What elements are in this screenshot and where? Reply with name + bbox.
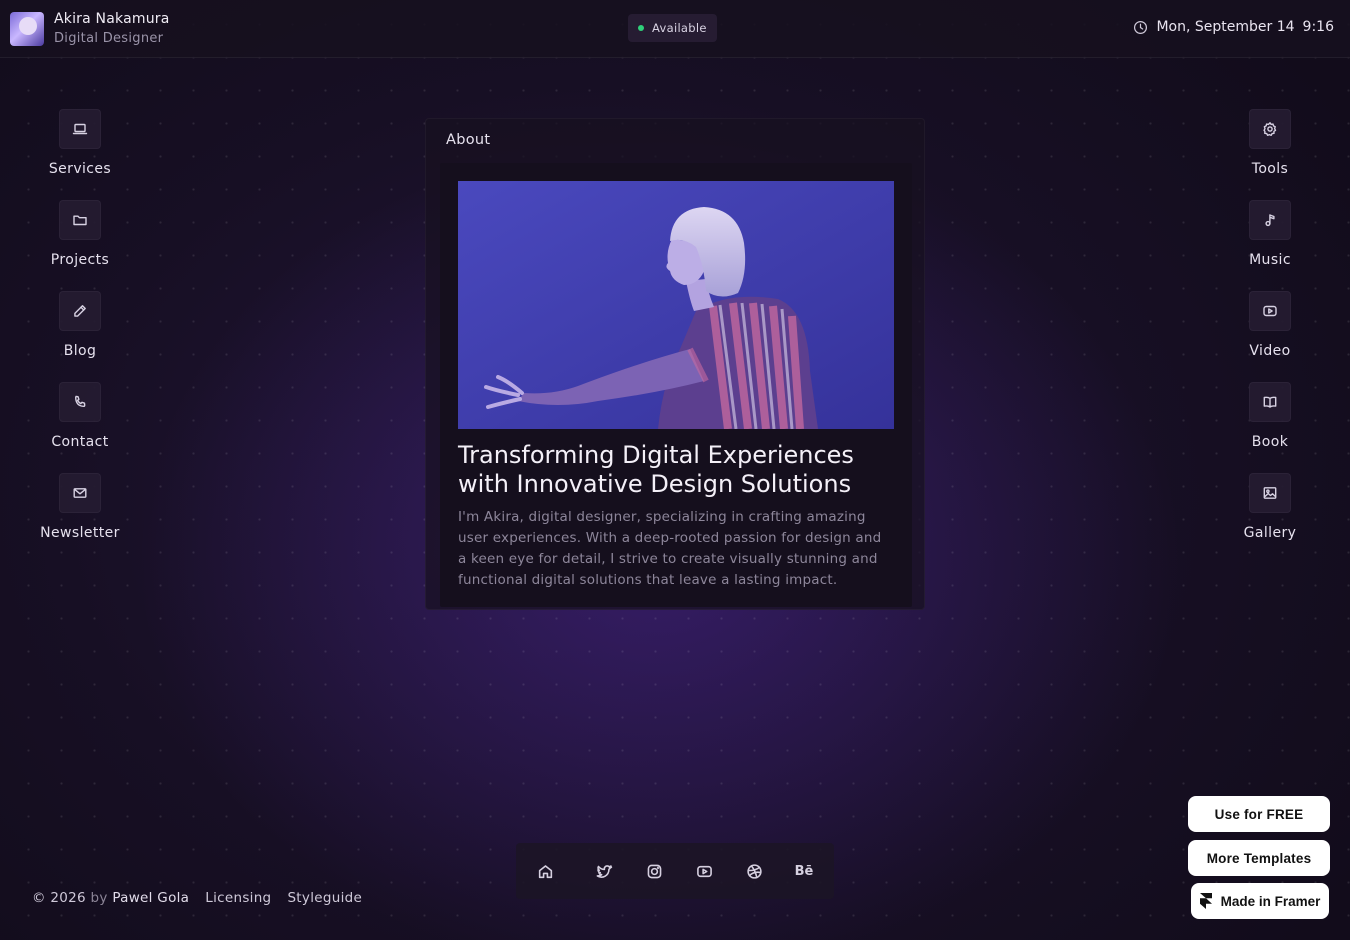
framer-logo-icon xyxy=(1199,893,1212,909)
status-dot-icon xyxy=(638,25,644,31)
by-text: by xyxy=(90,890,108,906)
nav-item-services[interactable]: Services xyxy=(20,109,140,177)
nav-label-blog: Blog xyxy=(63,343,97,359)
folder-icon xyxy=(73,215,87,226)
made-in-framer-label: Made in Framer xyxy=(1220,893,1321,909)
behance-icon: Bē xyxy=(794,863,814,879)
profile-role: Digital Designer xyxy=(54,31,164,46)
nav-item-newsletter[interactable]: Newsletter xyxy=(20,473,140,541)
about-headline: Transforming Digital Experiences with In… xyxy=(458,441,854,498)
nav-button-services[interactable] xyxy=(59,109,101,149)
instagram-icon xyxy=(647,864,661,878)
nav-item-contact[interactable]: Contact xyxy=(20,382,140,450)
avatar[interactable] xyxy=(10,12,44,46)
laptop-icon xyxy=(72,123,88,135)
nav-label-book: Book xyxy=(1251,434,1289,450)
nav-label-services: Services xyxy=(48,161,112,177)
nav-item-gallery[interactable]: Gallery xyxy=(1210,473,1330,541)
nav-item-music[interactable]: Music xyxy=(1210,200,1330,268)
profile-name: Akira Nakamura xyxy=(54,11,170,27)
gear-icon xyxy=(1263,122,1277,136)
social-link-home[interactable] xyxy=(536,862,554,880)
footer-credit: © 2026 by Pawel Gola xyxy=(32,890,189,906)
hero-illustration xyxy=(458,181,894,429)
about-paragraph: I'm Akira, digital designer, specializin… xyxy=(458,509,882,588)
made-in-framer-button[interactable]: Made in Framer xyxy=(1191,883,1329,919)
status-badge: Available xyxy=(628,14,717,42)
youtube-icon xyxy=(696,865,712,877)
nav-button-newsletter[interactable] xyxy=(59,473,101,513)
nav-label-projects: Projects xyxy=(50,252,110,268)
hero-image xyxy=(458,181,894,429)
music-note-icon xyxy=(1265,214,1275,227)
nav-button-book[interactable] xyxy=(1249,382,1291,422)
time-text: 9:16 xyxy=(1302,19,1334,35)
status-text: Available xyxy=(652,21,707,35)
social-bar: Bē xyxy=(516,843,834,899)
nav-label-contact: Contact xyxy=(51,434,109,450)
twitter-icon xyxy=(596,864,612,878)
styleguide-link[interactable]: Styleguide xyxy=(287,890,362,906)
social-link-youtube[interactable] xyxy=(695,862,713,880)
nav-item-blog[interactable]: Blog xyxy=(20,291,140,359)
about-card: Transforming Digital Experiences with In… xyxy=(440,163,912,607)
more-templates-button[interactable]: More Templates xyxy=(1188,840,1330,876)
nav-button-blog[interactable] xyxy=(59,291,101,331)
nav-label-newsletter: Newsletter xyxy=(40,525,120,541)
copyright-text: © 2026 xyxy=(32,890,86,906)
nav-label-gallery: Gallery xyxy=(1243,525,1297,541)
social-link-behance[interactable]: Bē xyxy=(794,862,814,880)
nav-button-tools[interactable] xyxy=(1249,109,1291,149)
nav-label-video: Video xyxy=(1249,343,1291,359)
top-bar: Akira Nakamura Digital Designer Availabl… xyxy=(0,0,1350,58)
date-text: Mon, September 14 xyxy=(1156,19,1295,35)
nav-button-music[interactable] xyxy=(1249,200,1291,240)
phone-icon xyxy=(75,395,86,407)
footer: © 2026 by Pawel Gola Licensing Styleguid… xyxy=(32,890,362,906)
nav-item-tools[interactable]: Tools xyxy=(1210,109,1330,177)
author-link[interactable]: Pawel Gola xyxy=(112,890,189,906)
about-window: About Transforming Digital Experiences w… xyxy=(425,118,925,610)
social-link-instagram[interactable] xyxy=(645,862,663,880)
home-icon xyxy=(538,864,552,878)
clock: Mon, September 14 9:16 xyxy=(1133,19,1334,35)
mail-icon xyxy=(73,488,87,498)
dribbble-icon xyxy=(746,863,762,879)
nav-button-contact[interactable] xyxy=(59,382,101,422)
nav-item-book[interactable]: Book xyxy=(1210,382,1330,450)
nav-button-projects[interactable] xyxy=(59,200,101,240)
use-for-free-button[interactable]: Use for FREE xyxy=(1188,796,1330,832)
nav-item-video[interactable]: Video xyxy=(1210,291,1330,359)
pencil-icon xyxy=(74,305,86,317)
social-link-twitter[interactable] xyxy=(595,862,613,880)
clock-icon xyxy=(1134,20,1148,34)
window-title: About xyxy=(446,132,491,148)
book-icon xyxy=(1263,396,1277,408)
licensing-link[interactable]: Licensing xyxy=(205,890,271,906)
social-link-dribbble[interactable] xyxy=(745,862,763,880)
nav-button-gallery[interactable] xyxy=(1249,473,1291,513)
play-icon xyxy=(1263,305,1277,317)
image-icon xyxy=(1263,487,1277,499)
nav-item-projects[interactable]: Projects xyxy=(20,200,140,268)
nav-button-video[interactable] xyxy=(1249,291,1291,331)
nav-label-tools: Tools xyxy=(1251,161,1289,177)
nav-label-music: Music xyxy=(1249,252,1291,268)
